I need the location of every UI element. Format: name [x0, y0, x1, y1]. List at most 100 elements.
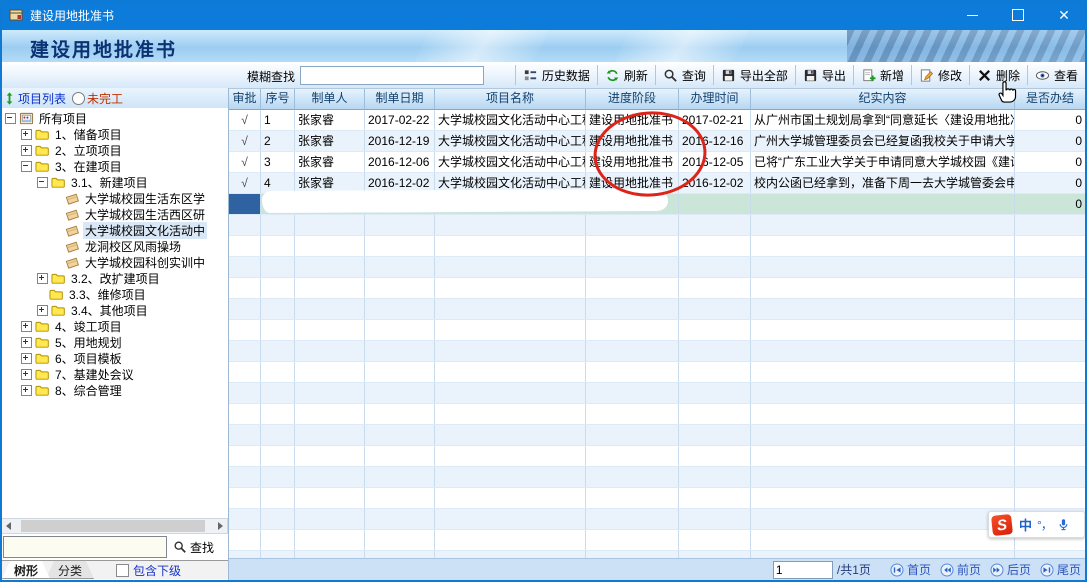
- expand-icon[interactable]: [21, 129, 32, 140]
- tree-item-label[interactable]: 7、基建处会议: [53, 366, 136, 383]
- next-page-button[interactable]: 后页: [990, 561, 1031, 578]
- empty-row[interactable]: [229, 257, 1087, 278]
- minimize-button[interactable]: [949, 0, 995, 30]
- tab-tree-view[interactable]: 树形: [2, 561, 50, 579]
- tree-item[interactable]: 3.3、维修项目: [0, 286, 229, 302]
- tree-item[interactable]: 6、项目模板: [0, 350, 229, 366]
- tree-item[interactable]: 5、用地规划: [0, 334, 229, 350]
- radio-icon[interactable]: [72, 92, 85, 105]
- page-number-input[interactable]: [773, 561, 833, 579]
- empty-row[interactable]: [229, 488, 1087, 509]
- tree-item[interactable]: 4、竣工项目: [0, 318, 229, 334]
- empty-row[interactable]: [229, 404, 1087, 425]
- tree-item[interactable]: 7、基建处会议: [0, 366, 229, 382]
- tree-item[interactable]: 大学城校园生活东区学: [0, 190, 229, 206]
- tree-item-label[interactable]: 5、用地规划: [53, 334, 124, 351]
- expand-icon[interactable]: [21, 321, 32, 332]
- tree-item[interactable]: 3.1、新建项目: [0, 174, 229, 190]
- close-button[interactable]: ✕: [1041, 0, 1087, 30]
- include-children-checkbox[interactable]: [116, 564, 129, 577]
- empty-row[interactable]: [229, 278, 1087, 299]
- ime-mode-toggle[interactable]: 中: [1019, 515, 1032, 534]
- collapse-icon[interactable]: [5, 113, 16, 124]
- empty-row[interactable]: [229, 425, 1087, 446]
- tree-item-label[interactable]: 4、竣工项目: [53, 318, 124, 335]
- first-page-button[interactable]: 首页: [890, 561, 931, 578]
- tree-item-label[interactable]: 大学城校园生活西区研: [83, 206, 207, 223]
- column-header[interactable]: 是否办结: [1015, 88, 1086, 110]
- empty-row[interactable]: [229, 236, 1087, 257]
- filter-radio-1[interactable]: 未完工: [72, 90, 123, 107]
- tree-item-label[interactable]: 1、储备项目: [53, 126, 124, 143]
- empty-row[interactable]: [229, 530, 1087, 551]
- fuzzy-search-input[interactable]: [300, 66, 484, 85]
- tree-item[interactable]: 大学城校园科创实训中: [0, 254, 229, 270]
- tree-item-label[interactable]: 3、在建项目: [53, 158, 124, 175]
- empty-row[interactable]: [229, 341, 1087, 362]
- empty-row[interactable]: [229, 299, 1087, 320]
- mic-icon[interactable]: [1057, 517, 1070, 532]
- tab-category-view[interactable]: 分类: [46, 561, 94, 579]
- scroll-left-icon[interactable]: [1, 519, 15, 533]
- tree-item[interactable]: 大学城校园文化活动中: [0, 222, 229, 238]
- empty-row[interactable]: [229, 467, 1087, 488]
- tree-item-label[interactable]: 6、项目模板: [53, 350, 124, 367]
- scroll-right-icon[interactable]: [213, 519, 227, 533]
- tree-item-label[interactable]: 龙洞校区风雨操场: [83, 238, 183, 255]
- export-all-button[interactable]: 导出全部: [713, 65, 795, 85]
- tree-item-label[interactable]: 3.2、改扩建项目: [69, 270, 162, 287]
- column-header[interactable]: 制单人: [295, 88, 365, 110]
- history-data-button[interactable]: 历史数据: [515, 65, 597, 85]
- empty-row[interactable]: [229, 215, 1087, 236]
- tree-item-label[interactable]: 3.3、维修项目: [67, 286, 148, 303]
- export-button[interactable]: 导出: [795, 65, 853, 85]
- expand-icon[interactable]: [21, 369, 32, 380]
- refresh-button[interactable]: 刷新: [597, 65, 655, 85]
- tree-item-label[interactable]: 大学城校园文化活动中: [83, 222, 207, 239]
- expand-icon[interactable]: [37, 273, 48, 284]
- tree-item[interactable]: 1、储备项目: [0, 126, 229, 142]
- include-children-option[interactable]: 包含下级: [116, 561, 181, 579]
- column-header[interactable]: 序号: [261, 88, 295, 110]
- empty-row[interactable]: [229, 362, 1087, 383]
- tree-item[interactable]: 3.4、其他项目: [0, 302, 229, 318]
- tree-item-label[interactable]: 2、立项项目: [53, 142, 124, 159]
- tree-search-input[interactable]: [3, 536, 167, 558]
- filter-radio-2[interactable]: 全部: [72, 107, 123, 109]
- expand-icon[interactable]: [37, 305, 48, 316]
- expand-icon[interactable]: [21, 337, 32, 348]
- modify-button[interactable]: 修改: [911, 65, 969, 85]
- find-button[interactable]: 查找: [173, 539, 214, 556]
- expand-icon[interactable]: [21, 145, 32, 156]
- sogou-logo[interactable]: S: [991, 514, 1013, 536]
- tree-item[interactable]: 3、在建项目: [0, 158, 229, 174]
- tree-item[interactable]: 所有项目: [0, 110, 229, 126]
- tree-item-label[interactable]: 所有项目: [37, 110, 89, 127]
- empty-row[interactable]: [229, 446, 1087, 467]
- last-page-button[interactable]: 尾页: [1040, 561, 1081, 578]
- tree-item[interactable]: 3.2、改扩建项目: [0, 270, 229, 286]
- collapse-icon[interactable]: [37, 177, 48, 188]
- tree-item-label[interactable]: 大学城校园生活东区学: [83, 190, 207, 207]
- tree-item-label[interactable]: 3.1、新建项目: [69, 174, 150, 191]
- view-button[interactable]: 查看: [1027, 65, 1085, 85]
- collapse-icon[interactable]: [21, 161, 32, 172]
- ime-toolbar[interactable]: S 中 °，: [988, 511, 1085, 538]
- tree-item-label[interactable]: 大学城校园科创实训中: [83, 254, 207, 271]
- add-button[interactable]: 新增: [853, 65, 911, 85]
- scrollbar-thumb[interactable]: [21, 520, 205, 532]
- prev-page-button[interactable]: 前页: [940, 561, 981, 578]
- expand-icon[interactable]: [21, 385, 32, 396]
- expand-icon[interactable]: [21, 353, 32, 364]
- tree-item[interactable]: 2、立项项目: [0, 142, 229, 158]
- column-header[interactable]: 制单日期: [365, 88, 435, 110]
- empty-row[interactable]: [229, 509, 1087, 530]
- tree-item[interactable]: 龙洞校区风雨操场: [0, 238, 229, 254]
- tree-item[interactable]: 8、综合管理: [0, 382, 229, 398]
- column-header[interactable]: 纪实内容: [751, 88, 1015, 110]
- tree-item-label[interactable]: 8、综合管理: [53, 382, 124, 399]
- maximize-button[interactable]: [995, 0, 1041, 30]
- tree-item[interactable]: 大学城校园生活西区研: [0, 206, 229, 222]
- empty-row[interactable]: [229, 320, 1087, 341]
- column-header[interactable]: 审批: [229, 88, 261, 110]
